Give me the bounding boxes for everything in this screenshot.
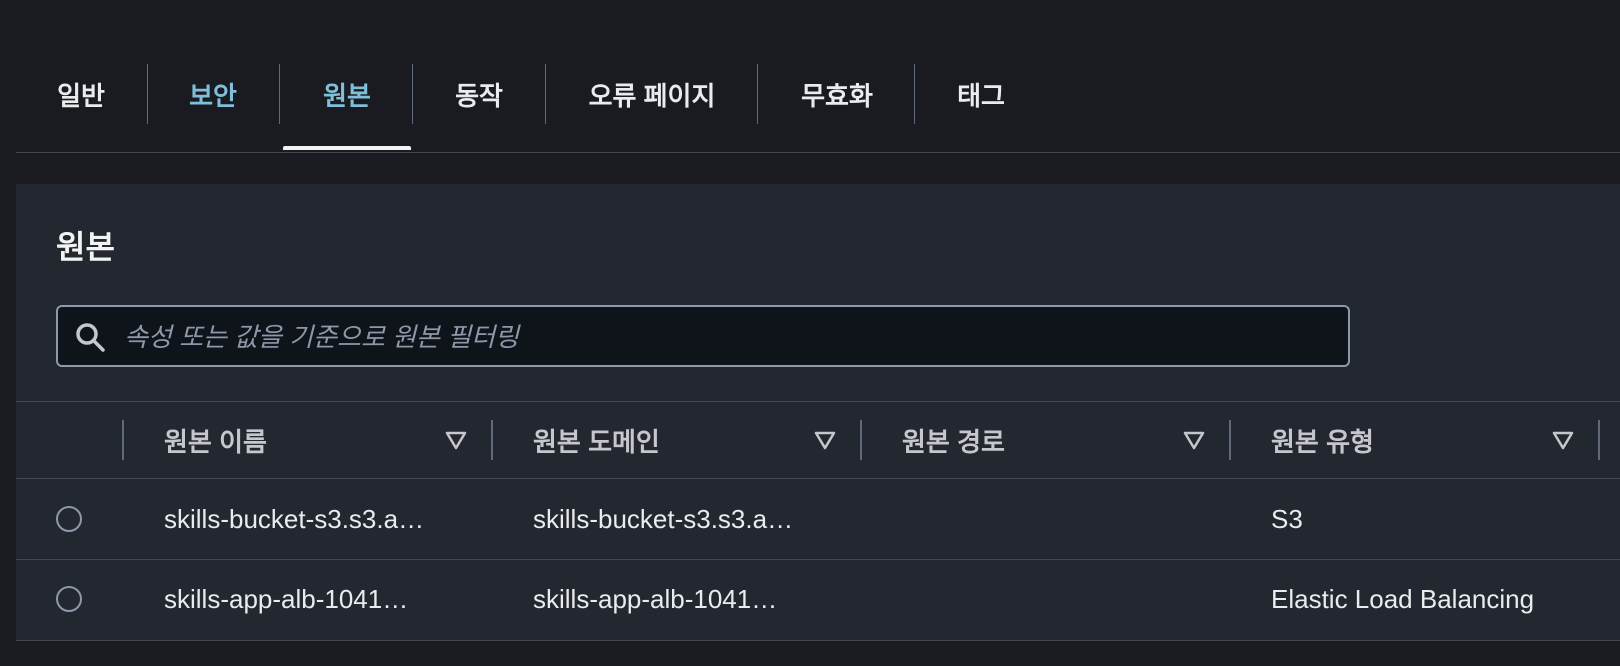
tab-separator — [412, 64, 413, 124]
tab-general[interactable]: 일반 — [40, 64, 122, 124]
row-select-radio[interactable] — [56, 586, 82, 612]
column-header-origin-name[interactable]: 원본 이름 — [164, 402, 267, 478]
sort-triangle-icon[interactable] — [444, 428, 468, 452]
cell-origin-path — [902, 560, 1202, 638]
search-icon — [76, 323, 105, 352]
table-header: 원본 이름 원본 도메인 원본 경로 원본 유형 — [16, 401, 1620, 479]
tab-separator — [757, 64, 758, 124]
tab-separator — [545, 64, 546, 124]
cell-origin-type: Elastic Load Balancing — [1271, 583, 1535, 614]
sort-triangle-icon[interactable] — [813, 428, 837, 452]
tab-behaviors[interactable]: 동작 — [438, 64, 520, 124]
cell-origin-type: S3 — [1271, 503, 1303, 534]
cell-origin-name: skills-app-alb-1041… — [164, 583, 409, 614]
tab-security[interactable]: 보안 — [172, 64, 254, 124]
tab-invalidations[interactable]: 무효화 — [790, 64, 884, 124]
column-header-origin-domain[interactable]: 원본 도메인 — [533, 402, 660, 478]
cell-origin-domain: skills-bucket-s3.s3.a… — [533, 503, 794, 534]
tab-origins[interactable]: 원본 — [306, 64, 388, 124]
column-separator — [1229, 420, 1231, 460]
table-row[interactable]: skills-app-alb-1041… skills-app-alb-1041… — [16, 560, 1620, 640]
column-separator — [122, 420, 124, 460]
cell-origin-name: skills-bucket-s3.s3.a… — [164, 503, 425, 534]
column-header-origin-type[interactable]: 원본 유형 — [1271, 402, 1374, 478]
filter-search-input[interactable] — [122, 307, 1336, 367]
row-select-radio[interactable] — [56, 506, 82, 532]
active-tab-indicator — [283, 146, 411, 150]
column-separator — [860, 420, 862, 460]
tab-separator — [147, 64, 148, 124]
column-header-origin-path[interactable]: 원본 경로 — [902, 402, 1005, 478]
column-separator — [491, 420, 493, 460]
tab-separator — [914, 64, 915, 124]
cell-origin-domain: skills-app-alb-1041… — [533, 583, 778, 614]
tab-separator — [279, 64, 280, 124]
tab-error-pages[interactable]: 오류 페이지 — [568, 64, 736, 124]
table-row[interactable]: skills-bucket-s3.s3.a… skills-bucket-s3.… — [16, 480, 1620, 560]
filter-search-box[interactable] — [56, 305, 1350, 367]
column-separator — [1598, 420, 1600, 460]
sort-triangle-icon[interactable] — [1182, 428, 1206, 452]
cell-origin-path — [902, 480, 1202, 558]
container-title: 원본 — [56, 229, 115, 265]
tab-tags[interactable]: 태그 — [940, 64, 1022, 124]
sort-triangle-icon[interactable] — [1551, 428, 1575, 452]
